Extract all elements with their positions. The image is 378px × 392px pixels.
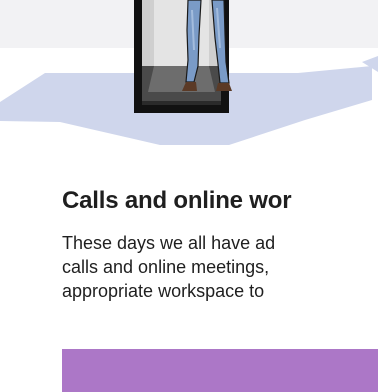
section-body: These days we all have ad calls and onli… bbox=[62, 231, 378, 303]
section-body-line: appropriate workspace to bbox=[62, 281, 265, 301]
hero-illustration bbox=[0, 0, 378, 145]
section-body-line: calls and online meetings, bbox=[62, 257, 270, 277]
section-body-line: These days we all have ad bbox=[62, 233, 276, 253]
section-title: Calls and online wor bbox=[62, 187, 292, 214]
cta-bar[interactable] bbox=[62, 349, 378, 392]
content-section: Calls and online wor These days we all h… bbox=[62, 186, 378, 303]
